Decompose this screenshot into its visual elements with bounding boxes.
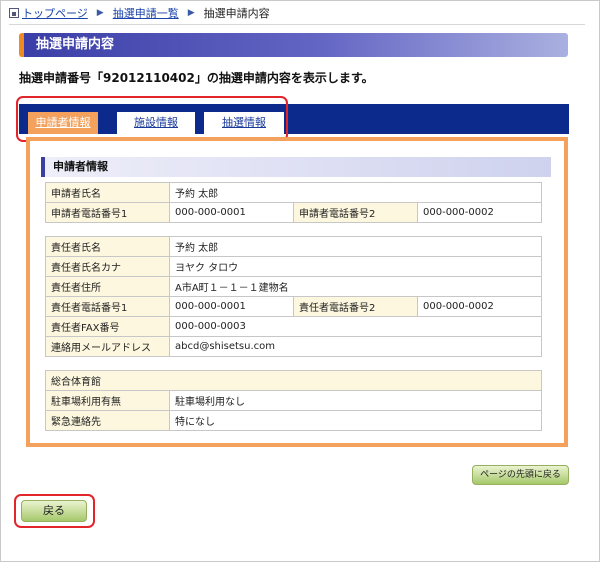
responsible-phone2-value: 000-000-0002: [417, 296, 542, 317]
responsible-fax-label: 責任者FAX番号: [45, 316, 170, 337]
tab-lottery-info[interactable]: 抽選情報: [204, 112, 284, 134]
responsible-address-label: 責任者住所: [45, 276, 170, 297]
applicant-name-value: 予約 太郎: [169, 182, 542, 203]
applicant-phone2-value: 000-000-0002: [417, 202, 542, 223]
table-row: 連絡用メールアドレス abcd@shisetsu.com: [45, 336, 542, 357]
table-row: 緊急連絡先 特になし: [45, 410, 542, 431]
responsible-name-value: 予約 太郎: [169, 236, 542, 257]
facility-name: 総合体育館: [45, 370, 542, 391]
responsible-phone1-label: 責任者電話番号1: [45, 296, 170, 317]
responsible-phone2-label: 責任者電話番号2: [293, 296, 418, 317]
applicant-phone1-label: 申請者電話番号1: [45, 202, 170, 223]
applicant-phone1-value: 000-000-0001: [169, 202, 294, 223]
home-icon: [9, 8, 19, 18]
applicant-table: 申請者氏名 予約 太郎 申請者電話番号1 000-000-0001 申請者電話番…: [45, 182, 542, 223]
table-row: 責任者住所 A市A町１－１－１建物名: [45, 276, 542, 297]
emergency-contact-label: 緊急連絡先: [45, 410, 170, 431]
responsible-phone1-value: 000-000-0001: [169, 296, 294, 317]
tab-label: 抽選情報: [222, 116, 266, 129]
table-row: 責任者FAX番号 000-000-0003: [45, 316, 542, 337]
page-description: 抽選申請番号「92012110402」の抽選申請内容を表示します。: [19, 71, 374, 85]
breadcrumb-link-top[interactable]: トップページ: [22, 5, 88, 21]
responsible-table: 責任者氏名 予約 太郎 責任者氏名カナ ヨヤク タロウ 責任者住所 A市A町１－…: [45, 236, 542, 357]
table-row: 総合体育館: [45, 370, 542, 391]
responsible-fax-value: 000-000-0003: [169, 316, 542, 337]
responsible-kana-value: ヨヤク タロウ: [169, 256, 542, 277]
section-title: 申請者情報: [41, 157, 551, 177]
responsible-name-label: 責任者氏名: [45, 236, 170, 257]
breadcrumb-arrow-icon: ▶: [96, 8, 104, 18]
facility-table: 総合体育館 駐車場利用有無 駐車場利用なし 緊急連絡先 特になし: [45, 370, 542, 431]
applicant-name-label: 申請者氏名: [45, 182, 170, 203]
breadcrumb-arrow-icon: ▶: [187, 8, 195, 18]
page-title: 抽選申請内容: [19, 33, 568, 57]
breadcrumb: トップページ ▶ 抽選申請一覧 ▶ 抽選申請内容: [9, 5, 270, 21]
table-row: 責任者氏名 予約 太郎: [45, 236, 542, 257]
responsible-address-value: A市A町１－１－１建物名: [169, 276, 542, 297]
back-button[interactable]: 戻る: [21, 500, 87, 522]
table-row: 責任者氏名カナ ヨヤク タロウ: [45, 256, 542, 277]
emergency-contact-value: 特になし: [169, 410, 542, 431]
breadcrumb-current: 抽選申請内容: [203, 7, 270, 20]
table-row: 申請者氏名 予約 太郎: [45, 182, 542, 203]
responsible-kana-label: 責任者氏名カナ: [45, 256, 170, 277]
parking-value: 駐車場利用なし: [169, 390, 542, 411]
applicant-phone2-label: 申請者電話番号2: [293, 202, 418, 223]
tab-applicant-info[interactable]: 申請者情報: [28, 112, 98, 134]
page-top-button[interactable]: ページの先頭に戻る: [472, 465, 569, 485]
breadcrumb-link-list[interactable]: 抽選申請一覧: [113, 5, 179, 21]
responsible-email-label: 連絡用メールアドレス: [45, 336, 170, 357]
responsible-email-value: abcd@shisetsu.com: [169, 336, 542, 357]
tab-label: 申請者情報: [35, 116, 91, 129]
tab-label: 施設情報: [134, 116, 178, 129]
tab-bar: [19, 104, 569, 134]
breadcrumb-divider: [9, 24, 585, 25]
tab-facility-info[interactable]: 施設情報: [117, 112, 195, 134]
table-row: 駐車場利用有無 駐車場利用なし: [45, 390, 542, 411]
table-row: 申請者電話番号1 000-000-0001 申請者電話番号2 000-000-0…: [45, 202, 542, 223]
table-row: 責任者電話番号1 000-000-0001 責任者電話番号2 000-000-0…: [45, 296, 542, 317]
parking-label: 駐車場利用有無: [45, 390, 170, 411]
